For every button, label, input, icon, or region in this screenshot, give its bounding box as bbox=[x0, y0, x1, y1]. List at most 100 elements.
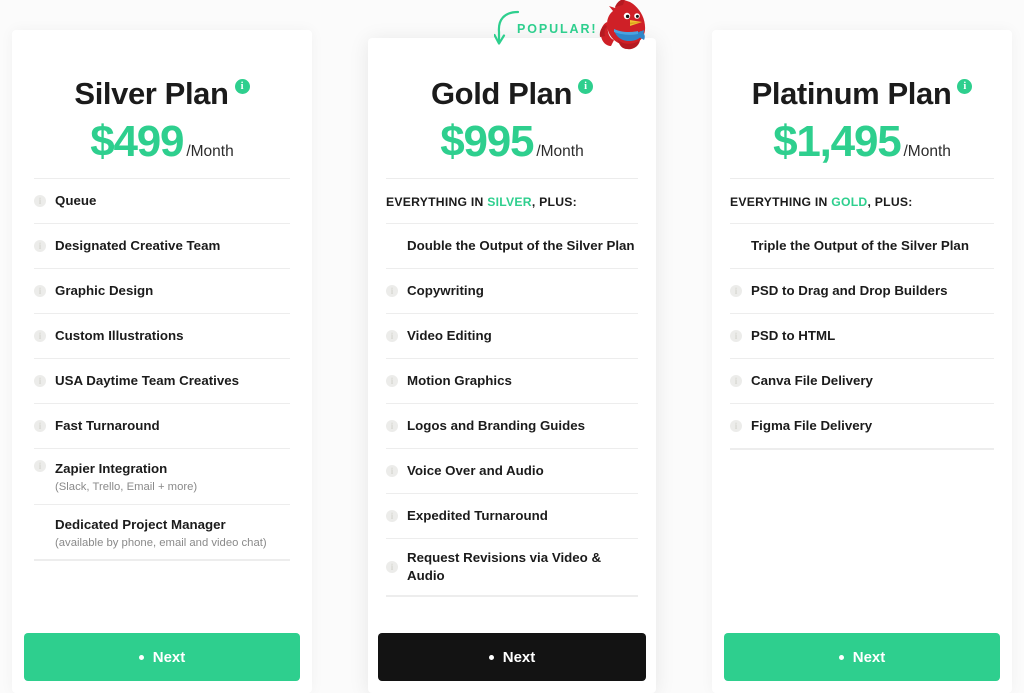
info-icon[interactable]: i bbox=[386, 465, 398, 478]
plan-card-gold[interactable]: Gold Plan i $995 /Month EVERYTHING IN SI… bbox=[368, 38, 656, 693]
feature-row[interactable]: i Double the Output of the Silver Plan bbox=[386, 223, 638, 268]
feature-list-end-divider bbox=[730, 448, 994, 451]
feature-row[interactable]: i USA Daytime Team Creatives bbox=[34, 358, 290, 403]
info-icon[interactable]: i bbox=[386, 330, 398, 343]
feature-row[interactable]: i Zapier Integration (Slack, Trello, Ema… bbox=[34, 448, 290, 504]
feature-label: Zapier Integration bbox=[55, 461, 168, 477]
feature-label: Triple the Output of the Silver Plan bbox=[751, 238, 969, 254]
plan-header-platinum: Platinum Plan i $1,495 /Month bbox=[712, 30, 1012, 178]
feature-row[interactable]: i Graphic Design bbox=[34, 268, 290, 313]
feature-label: PSD to Drag and Drop Builders bbox=[751, 283, 948, 299]
info-icon[interactable]: i bbox=[578, 79, 594, 94]
plan-title-row-platinum: Platinum Plan i bbox=[752, 76, 973, 112]
feature-row[interactable]: i Video Editing bbox=[386, 313, 638, 358]
plan-title: Silver Plan bbox=[74, 76, 229, 111]
info-icon[interactable]: i bbox=[730, 285, 742, 298]
feature-list-platinum: EVERYTHING IN GOLD, PLUS: i Triple the O… bbox=[712, 178, 1012, 619]
feature-row[interactable]: i Figma File Delivery bbox=[730, 403, 994, 448]
feature-label: Video Editing bbox=[407, 328, 492, 344]
next-button-gold[interactable]: Next bbox=[378, 633, 646, 681]
bullet-dot-icon bbox=[488, 654, 494, 660]
feature-row[interactable]: i Voice Over and Audio bbox=[386, 448, 638, 493]
next-button-label: Next bbox=[152, 648, 186, 666]
feature-row[interactable]: i Custom Illustrations bbox=[34, 313, 290, 358]
plan-title: Platinum Plan bbox=[751, 76, 952, 111]
info-icon[interactable]: i bbox=[730, 375, 742, 388]
feature-list-end-divider bbox=[34, 559, 290, 562]
feature-row[interactable]: i Queue bbox=[34, 178, 290, 223]
feature-label: Queue bbox=[55, 193, 97, 209]
plan-card-silver[interactable]: Silver Plan i $499 /Month i Queue i Desi… bbox=[12, 30, 312, 693]
info-icon[interactable]: i bbox=[957, 79, 973, 94]
feature-label: Double the Output of the Silver Plan bbox=[407, 238, 635, 254]
info-icon[interactable]: i bbox=[34, 375, 46, 388]
info-icon[interactable]: i bbox=[386, 285, 398, 298]
plan-price: $499 bbox=[90, 116, 184, 166]
feature-row[interactable]: i Fast Turnaround bbox=[34, 403, 290, 448]
everything-in-row: EVERYTHING IN SILVER, PLUS: bbox=[386, 178, 638, 223]
info-icon[interactable]: i bbox=[34, 420, 46, 433]
feature-sublabel: (available by phone, email and video cha… bbox=[55, 536, 267, 549]
feature-row[interactable]: i PSD to Drag and Drop Builders bbox=[730, 268, 994, 313]
feature-list-gold: EVERYTHING IN SILVER, PLUS: i Double the… bbox=[368, 178, 656, 619]
feature-label: Figma File Delivery bbox=[751, 418, 873, 434]
feature-label: Graphic Design bbox=[55, 283, 154, 299]
info-icon[interactable]: i bbox=[730, 330, 742, 343]
feature-row[interactable]: i PSD to HTML bbox=[730, 313, 994, 358]
plan-period: /Month bbox=[536, 142, 584, 160]
info-icon[interactable]: i bbox=[34, 285, 46, 298]
feature-row[interactable]: i Copywriting bbox=[386, 268, 638, 313]
bullet-dot-icon bbox=[138, 654, 144, 660]
feature-row[interactable]: i Dedicated Project Manager (available b… bbox=[34, 503, 290, 560]
feature-row[interactable]: i Logos and Branding Guides bbox=[386, 403, 638, 448]
info-icon[interactable]: i bbox=[34, 240, 46, 253]
feature-list-silver: i Queue i Designated Creative Team i Gra… bbox=[12, 178, 312, 619]
info-icon[interactable]: i bbox=[386, 375, 398, 388]
plan-price: $1,495 bbox=[773, 116, 902, 166]
bullet-dot-icon bbox=[838, 654, 844, 660]
plan-title-row-silver: Silver Plan i bbox=[74, 76, 250, 112]
feature-label: Fast Turnaround bbox=[55, 418, 160, 434]
everything-prefix: EVERYTHING IN bbox=[730, 195, 832, 210]
info-icon[interactable]: i bbox=[386, 560, 398, 573]
info-icon[interactable]: i bbox=[34, 195, 46, 208]
everything-prefix: EVERYTHING IN bbox=[386, 195, 488, 210]
popular-label: POPULAR! bbox=[517, 22, 598, 36]
feature-label: Custom Illustrations bbox=[55, 328, 184, 344]
plan-title-row-gold: Gold Plan i bbox=[430, 76, 594, 112]
cardinal-bird-mascot-icon bbox=[599, 0, 646, 50]
plan-period: /Month bbox=[903, 142, 951, 160]
next-button-label: Next bbox=[852, 648, 886, 666]
cta-wrap-gold: Next bbox=[368, 619, 656, 693]
feature-label: Request Revisions via Video & Audio bbox=[407, 550, 602, 583]
everything-suffix: , PLUS: bbox=[531, 195, 577, 210]
next-button-silver[interactable]: Next bbox=[24, 633, 300, 681]
cta-wrap-silver: Next bbox=[12, 619, 312, 693]
pricing-plans-page: POPULAR! Silver Plan i $499 /Month i Que… bbox=[0, 0, 1024, 693]
feature-row[interactable]: i Designated Creative Team bbox=[34, 223, 290, 268]
info-icon[interactable]: i bbox=[34, 460, 46, 473]
feature-list-end-divider bbox=[386, 594, 638, 597]
info-icon[interactable]: i bbox=[234, 79, 250, 94]
feature-row[interactable]: i Canva File Delivery bbox=[730, 358, 994, 403]
plan-title: Gold Plan bbox=[430, 76, 573, 111]
feature-sublabel: (Slack, Trello, Email + more) bbox=[55, 480, 198, 493]
feature-label: Motion Graphics bbox=[407, 373, 512, 389]
feature-row[interactable]: i Motion Graphics bbox=[386, 358, 638, 403]
info-icon[interactable]: i bbox=[34, 330, 46, 343]
next-button-platinum[interactable]: Next bbox=[724, 633, 1000, 681]
feature-row[interactable]: i Expedited Turnaround bbox=[386, 493, 638, 538]
feature-row[interactable]: i Request Revisions via Video & Audio bbox=[386, 538, 638, 595]
plan-price-row-platinum: $1,495 /Month bbox=[712, 116, 1012, 166]
feature-label: Logos and Branding Guides bbox=[407, 418, 586, 434]
feature-label: Designated Creative Team bbox=[55, 238, 221, 254]
plan-header-gold: Gold Plan i $995 /Month bbox=[368, 38, 656, 178]
everything-tier: SILVER bbox=[487, 195, 532, 210]
info-icon[interactable]: i bbox=[386, 510, 398, 523]
feature-label: Dedicated Project Manager bbox=[55, 516, 226, 532]
feature-label: Canva File Delivery bbox=[751, 373, 873, 389]
info-icon[interactable]: i bbox=[730, 420, 742, 433]
feature-row[interactable]: i Triple the Output of the Silver Plan bbox=[730, 223, 994, 268]
info-icon[interactable]: i bbox=[386, 420, 398, 433]
plan-card-platinum[interactable]: Platinum Plan i $1,495 /Month EVERYTHING… bbox=[712, 30, 1012, 693]
